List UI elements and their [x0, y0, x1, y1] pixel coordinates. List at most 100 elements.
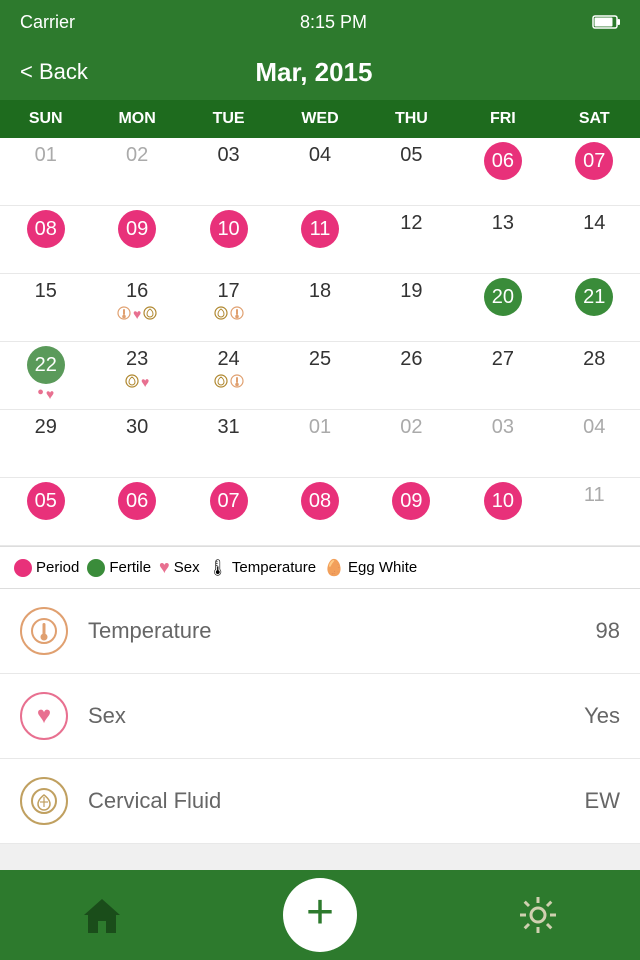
calendar-cell[interactable]: 01 — [0, 138, 91, 206]
calendar-cell[interactable]: 14 — [549, 206, 640, 274]
cell-icons: ♥ — [117, 306, 157, 322]
calendar-cell[interactable]: 05 — [366, 138, 457, 206]
thermometer-icon — [30, 617, 58, 645]
sex-icon: ♥ — [20, 692, 68, 740]
calendar-cell[interactable]: 30 — [91, 410, 182, 478]
calendar-cell[interactable]: 10 — [183, 206, 274, 274]
heart-cell-icon: ♥ — [133, 306, 141, 322]
bottom-bar: + — [0, 870, 640, 960]
cervical-label: Cervical Fluid — [88, 788, 585, 814]
period-date: 05 — [27, 482, 65, 520]
calendar-cell[interactable]: 26 — [366, 342, 457, 410]
date-number: 31 — [217, 414, 239, 440]
date-number: 15 — [35, 278, 57, 304]
calendar-cell[interactable]: 08 — [0, 206, 91, 274]
calendar-cell[interactable]: 03 — [457, 410, 548, 478]
calendar-cell[interactable]: 06 — [91, 478, 182, 546]
cell-icons: ●♥ — [37, 386, 54, 402]
calendar-cell[interactable]: 19 — [366, 274, 457, 342]
day-mon: MON — [91, 106, 182, 132]
calendar-cell[interactable]: 07 — [549, 138, 640, 206]
home-button[interactable] — [80, 893, 124, 937]
date-number: 28 — [583, 346, 605, 372]
heart-cell-icon: ♥ — [46, 386, 54, 402]
calendar-cell[interactable]: 11 — [274, 206, 365, 274]
temperature-row[interactable]: Temperature 98 — [0, 589, 640, 674]
calendar-cell[interactable]: 09 — [366, 478, 457, 546]
temp-cell-icon — [230, 306, 244, 320]
calendar-cell[interactable]: 04 — [274, 138, 365, 206]
calendar-cell[interactable]: 08 — [274, 478, 365, 546]
calendar-cell[interactable]: 24 — [183, 342, 274, 410]
calendar-cell[interactable]: 01 — [274, 410, 365, 478]
calendar-cell[interactable]: 07 — [183, 478, 274, 546]
back-label: < Back — [20, 59, 88, 85]
period-date: 08 — [27, 210, 65, 248]
day-sun: SUN — [0, 106, 91, 132]
calendar-cell[interactable]: 10 — [457, 478, 548, 546]
calendar-cell[interactable]: 23♥ — [91, 342, 182, 410]
calendar-cell[interactable]: 20 — [457, 274, 548, 342]
date-number: 16 — [126, 278, 148, 304]
egg-cell-icon — [143, 306, 157, 320]
calendar-cell[interactable]: 31 — [183, 410, 274, 478]
calendar-cell[interactable]: 25 — [274, 342, 365, 410]
status-bar: Carrier 8:15 PM — [0, 0, 640, 44]
cell-icons — [214, 374, 244, 388]
legend-period: Period — [14, 559, 79, 577]
info-section: Temperature 98 ♥ Sex Yes Cervical Fluid … — [0, 589, 640, 844]
date-number: 26 — [400, 346, 422, 372]
date-number: 13 — [492, 210, 514, 236]
temperature-icon — [20, 607, 68, 655]
plus-icon: + — [306, 889, 334, 937]
legend-sex: ♥ Sex — [159, 557, 200, 578]
calendar-cell[interactable]: 28 — [549, 342, 640, 410]
calendar-cell[interactable]: 06 — [457, 138, 548, 206]
egg-legend-icon: 🥚 — [324, 558, 344, 578]
calendar-cell[interactable]: 17 — [183, 274, 274, 342]
calendar-cell[interactable]: 02 — [366, 410, 457, 478]
date-number: 29 — [35, 414, 57, 440]
status-icons — [592, 15, 620, 29]
fertile-dot — [87, 559, 105, 577]
calendar-cell[interactable]: 12 — [366, 206, 457, 274]
period-date: 07 — [575, 142, 613, 180]
calendar-cell[interactable]: 16 ♥ — [91, 274, 182, 342]
calendar-cell[interactable]: 05 — [0, 478, 91, 546]
date-number: 11 — [584, 482, 605, 508]
calendar-cell[interactable]: 03 — [183, 138, 274, 206]
legend-temp: 🌡 Temperature — [208, 558, 317, 578]
calendar-cell[interactable]: 04 — [549, 410, 640, 478]
add-circle[interactable]: + — [283, 878, 357, 952]
date-number: 12 — [400, 210, 422, 236]
date-number: 01 — [309, 414, 331, 440]
calendar-cell[interactable]: 29 — [0, 410, 91, 478]
calendar-cell[interactable]: 11 — [549, 478, 640, 546]
egg-cell-icon — [214, 306, 228, 320]
settings-button[interactable] — [516, 893, 560, 937]
back-button[interactable]: < Back — [20, 59, 88, 85]
add-button[interactable]: + — [283, 878, 357, 952]
calendar-cell[interactable]: 21 — [549, 274, 640, 342]
legend: Period Fertile ♥ Sex 🌡 Temperature 🥚 Egg… — [0, 547, 640, 589]
calendar-cell[interactable]: 15 — [0, 274, 91, 342]
day-fri: FRI — [457, 106, 548, 132]
sex-row[interactable]: ♥ Sex Yes — [0, 674, 640, 759]
sex-value: Yes — [584, 703, 620, 729]
calendar-cell[interactable]: 27 — [457, 342, 548, 410]
cervical-row[interactable]: Cervical Fluid EW — [0, 759, 640, 844]
period-date: 07 — [210, 482, 248, 520]
sex-label: Sex — [174, 559, 200, 576]
day-headers: SUN MON TUE WED THU FRI SAT — [0, 100, 640, 138]
heart-cell-icon: ♥ — [141, 374, 149, 390]
calendar-cell[interactable]: 02 — [91, 138, 182, 206]
calendar-cell[interactable]: 22●♥ — [0, 342, 91, 410]
date-number: 01 — [35, 142, 57, 168]
calendar-cell[interactable]: 09 — [91, 206, 182, 274]
temp-label: Temperature — [232, 559, 316, 576]
fertile-label: Fertile — [109, 559, 151, 576]
calendar-cell[interactable]: 13 — [457, 206, 548, 274]
temperature-value: 98 — [596, 618, 620, 644]
period-date: 06 — [484, 142, 522, 180]
calendar-cell[interactable]: 18 — [274, 274, 365, 342]
